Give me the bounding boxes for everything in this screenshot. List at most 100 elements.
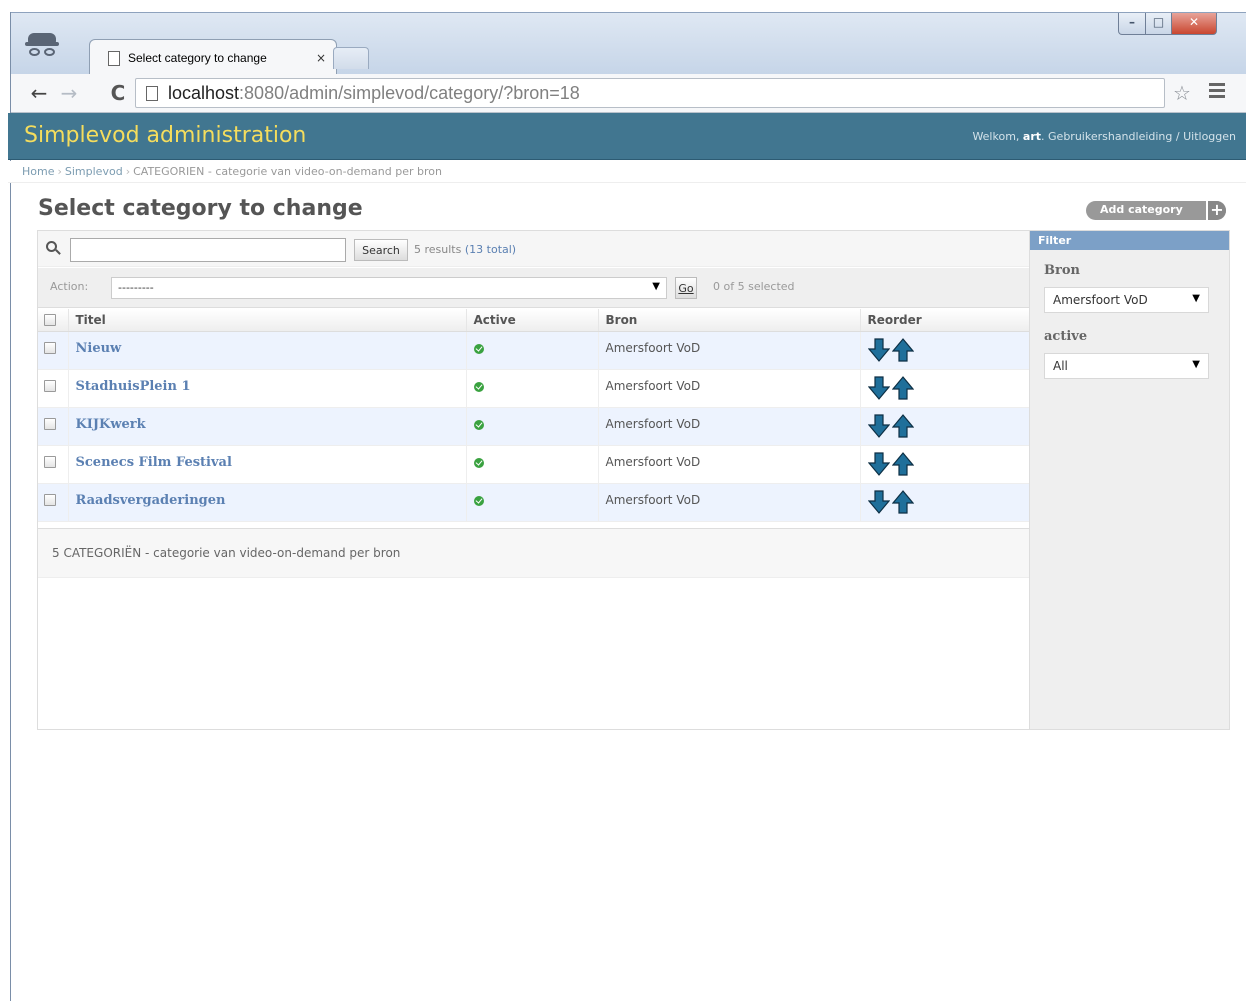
browser-toolbar: ← → C localhost:8080/admin/simplevod/cat… [11, 74, 1246, 113]
dropdown-arrow-icon: ▼ [1192, 293, 1200, 304]
changelist: Search 5 results (13 total) Action: ----… [37, 230, 1230, 730]
menu-icon[interactable] [1209, 83, 1225, 101]
breadcrumb-home[interactable]: Home [22, 165, 54, 178]
arrow-down-icon[interactable] [867, 337, 890, 362]
page-icon [146, 85, 158, 101]
url-host: localhost [168, 82, 240, 103]
arrow-down-icon[interactable] [867, 413, 890, 438]
address-bar[interactable]: localhost:8080/admin/simplevod/category/… [135, 78, 1165, 108]
checkmark-icon [473, 419, 484, 430]
minimize-button[interactable]: – [1118, 13, 1146, 35]
titel-cell: KIJKwerk [67, 407, 466, 446]
filter-select-bron[interactable]: Amersfoort VoD ▼ [1044, 287, 1209, 313]
welcome-text: Welkom, [972, 130, 1023, 143]
category-link[interactable]: StadhuisPlein 1 [76, 379, 191, 394]
category-link[interactable]: KIJKwerk [76, 417, 146, 432]
reorder-cell [859, 445, 1029, 484]
row-select-cell [38, 331, 68, 370]
total-link[interactable]: (13 total) [465, 243, 516, 256]
browser-tab[interactable]: Select category to change × [89, 39, 337, 75]
row-checkbox[interactable] [44, 418, 56, 430]
site-name[interactable]: Simplevod administration [24, 123, 306, 148]
active-cell [465, 369, 598, 408]
row-checkbox[interactable] [44, 342, 56, 354]
user-links[interactable]: . Gebruikershandleiding / Uitloggen [1041, 130, 1236, 143]
paginator: 5 CATEGORIËN - categorie van video-on-de… [38, 528, 1029, 578]
table-row: Raadsvergaderingen Amersfoort VoD [38, 483, 1029, 522]
bron-cell: Amersfoort VoD [597, 369, 860, 408]
table-row: KIJKwerk Amersfoort VoD [38, 407, 1029, 446]
table-header-row: Titel Active Bron Reorder [38, 309, 1029, 332]
breadcrumb-separator: › [125, 165, 131, 178]
reorder-cell [859, 407, 1029, 446]
filter-select-active[interactable]: All ▼ [1044, 353, 1209, 379]
row-select-cell [38, 445, 68, 484]
tab-title: Select category to change [128, 51, 267, 65]
new-tab-button[interactable] [333, 47, 369, 69]
titel-cell: Raadsvergaderingen [67, 483, 466, 522]
filter-active-value: All [1053, 359, 1068, 373]
add-category-button[interactable]: Add category + [1086, 201, 1226, 220]
close-window-button[interactable]: ✕ [1171, 13, 1217, 35]
row-checkbox[interactable] [44, 456, 56, 468]
category-link[interactable]: Scenecs Film Festival [76, 455, 232, 470]
title-bar: Select category to change × – □ ✕ [11, 12, 1246, 75]
reorder-cell [859, 483, 1029, 522]
action-label: Action: [50, 280, 89, 293]
action-selected-option: --------- [118, 281, 154, 294]
close-tab-icon[interactable]: × [316, 51, 326, 65]
category-link[interactable]: Nieuw [76, 341, 122, 356]
filter-panel: Filter Bron Amersfoort VoD ▼ active All … [1029, 231, 1229, 729]
admin-header: Simplevod administration Welkom, art. Ge… [8, 113, 1246, 160]
go-button[interactable]: Go [675, 277, 697, 299]
reorder-cell [859, 331, 1029, 370]
dropdown-arrow-icon: ▼ [1192, 359, 1200, 370]
arrow-up-icon[interactable] [891, 375, 914, 400]
plus-icon: + [1206, 201, 1226, 220]
filter-label-bron: Bron [1044, 263, 1080, 278]
breadcrumb-app[interactable]: Simplevod [65, 165, 123, 178]
active-cell [465, 407, 598, 446]
search-icon [46, 241, 61, 255]
select-all-checkbox[interactable] [44, 314, 56, 327]
arrow-down-icon[interactable] [867, 451, 890, 476]
action-select[interactable]: --------- ▼ [111, 277, 667, 299]
breadcrumb: Home › Simplevod › CATEGORIEN - categorie va… [8, 161, 1246, 183]
checkmark-icon [473, 381, 484, 392]
forward-button[interactable]: → [56, 80, 82, 106]
bron-cell: Amersfoort VoD [597, 483, 860, 522]
row-select-cell [38, 369, 68, 408]
page-icon [108, 50, 120, 66]
bron-cell: Amersfoort VoD [597, 331, 860, 370]
result-count: 5 results (13 total) [414, 243, 516, 256]
reload-button[interactable]: C [105, 80, 131, 106]
dropdown-arrow-icon: ▼ [652, 281, 660, 292]
row-checkbox[interactable] [44, 380, 56, 392]
table-row: Scenecs Film Festival Amersfoort VoD [38, 445, 1029, 484]
column-header-bron[interactable]: Bron [597, 309, 860, 332]
filter-label-active: active [1044, 329, 1088, 344]
titel-cell: StadhuisPlein 1 [67, 369, 466, 408]
arrow-up-icon[interactable] [891, 489, 914, 514]
arrow-down-icon[interactable] [867, 375, 890, 400]
arrow-up-icon[interactable] [891, 337, 914, 362]
search-button[interactable]: Search [354, 239, 408, 261]
maximize-button[interactable]: □ [1145, 13, 1172, 35]
checkmark-icon [473, 457, 484, 468]
search-input[interactable] [70, 238, 346, 262]
bookmark-star-icon[interactable]: ☆ [1173, 81, 1191, 105]
results-text: 5 results [414, 243, 462, 256]
row-checkbox[interactable] [44, 494, 56, 506]
checkmark-icon [473, 343, 484, 354]
search-toolbar: Search 5 results (13 total) [38, 231, 1029, 267]
user-tools: Welkom, art. Gebruikershandleiding / Uit… [972, 130, 1236, 143]
arrow-up-icon[interactable] [891, 451, 914, 476]
back-button[interactable]: ← [26, 80, 52, 106]
category-link[interactable]: Raadsvergaderingen [76, 493, 226, 508]
column-header-titel[interactable]: Titel [67, 309, 466, 332]
arrow-up-icon[interactable] [891, 413, 914, 438]
breadcrumb-current: CATEGORIEN - categorie van video-on-dema… [133, 165, 442, 178]
filter-title: Filter [1030, 231, 1229, 250]
column-header-active[interactable]: Active [465, 309, 598, 332]
arrow-down-icon[interactable] [867, 489, 890, 514]
